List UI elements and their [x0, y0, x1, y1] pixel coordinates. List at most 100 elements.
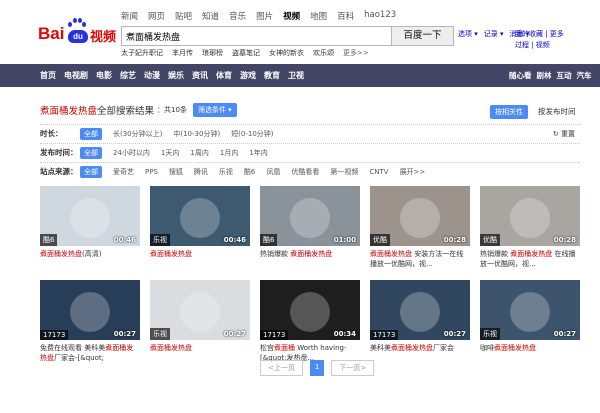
- channel-tab[interactable]: 电视剧: [64, 70, 88, 81]
- sort-relevance-button[interactable]: 按相关性: [490, 105, 528, 119]
- filter-option[interactable]: PPS: [145, 168, 158, 176]
- hotword-link[interactable]: 盗墓笔记: [232, 48, 260, 58]
- topnav-item[interactable]: 视频: [283, 10, 300, 22]
- video-title[interactable]: 煮面桶发热盘: [150, 249, 250, 259]
- user-link[interactable]: 过程 | 视频: [515, 40, 595, 51]
- filter-option[interactable]: 搜狐: [169, 167, 183, 177]
- topnav-item[interactable]: 图片: [256, 10, 273, 22]
- topnav-item[interactable]: 音乐: [229, 10, 246, 22]
- sort-time-link[interactable]: 按发布时间: [538, 106, 576, 117]
- video-title[interactable]: 煮面桶发热盘(高清): [40, 249, 140, 259]
- filter-option[interactable]: 全部: [80, 127, 102, 140]
- video-title[interactable]: 咖啡煮面桶发热盘: [480, 343, 580, 353]
- filter-option[interactable]: 长(30分钟以上): [113, 129, 162, 139]
- prev-page-button[interactable]: <上一页: [260, 360, 303, 376]
- filter-option[interactable]: 全部: [80, 165, 102, 178]
- topnav-item[interactable]: 网页: [148, 10, 165, 22]
- video-card[interactable]: 乐视 00:27 咖啡煮面桶发热盘: [480, 280, 580, 375]
- filter-option[interactable]: 第一视频: [330, 167, 358, 177]
- filter-option[interactable]: 酷6: [244, 167, 255, 177]
- filter-option[interactable]: CNTV: [369, 168, 388, 176]
- hotword-link[interactable]: 更多>>: [343, 48, 369, 58]
- filter-option[interactable]: 优酷看看: [291, 167, 319, 177]
- next-page-button[interactable]: 下一页>: [331, 360, 375, 376]
- video-thumbnail[interactable]: 17173 00:27: [40, 280, 140, 340]
- user-link[interactable]: 选项 ▾: [458, 29, 478, 39]
- video-card[interactable]: 优酷 00:28 煮面桶发热盘 安装方法一在线播放一优酷网，视...: [370, 186, 470, 281]
- topnav-item[interactable]: 贴吧: [175, 10, 192, 22]
- filter-option[interactable]: 乐视: [219, 167, 233, 177]
- thumbnail-shape: [290, 198, 330, 238]
- video-thumbnail[interactable]: 乐视 00:46: [150, 186, 250, 246]
- channel-tab[interactable]: 随心看: [509, 70, 532, 81]
- video-title[interactable]: 免费在线观看 美科美煮面桶发热盘厂家会-[&quot;: [40, 343, 140, 363]
- topnav-item[interactable]: 新闻: [121, 10, 138, 22]
- channel-tab[interactable]: 首页: [40, 70, 56, 81]
- video-card[interactable]: 酷6 00:46 煮面桶发热盘(高清): [40, 186, 140, 281]
- filter-option[interactable]: 爱奇艺: [113, 167, 134, 177]
- filter-option[interactable]: 凤凰: [266, 167, 280, 177]
- search-button[interactable]: 百度一下: [391, 26, 454, 46]
- hotword-link[interactable]: 芈月传: [172, 48, 193, 58]
- video-title[interactable]: 热销爆款 煮面桶发热盘: [260, 249, 360, 259]
- filter-option[interactable]: 1天内: [161, 148, 179, 158]
- filter-option[interactable]: 1年内: [249, 148, 267, 158]
- filter-option[interactable]: 24小时以内: [113, 148, 150, 158]
- video-card[interactable]: 17173 00:27 美科美煮面桶发热盘厂家会: [370, 280, 470, 375]
- channel-tab[interactable]: 游戏: [240, 70, 256, 81]
- channel-tab[interactable]: 教育: [264, 70, 280, 81]
- filter-option[interactable]: 1月内: [220, 148, 238, 158]
- video-card[interactable]: 乐视 00:46 煮面桶发热盘: [150, 186, 250, 281]
- video-title[interactable]: 煮面桶发热盘: [150, 343, 250, 353]
- channel-tab[interactable]: 电影: [96, 70, 112, 81]
- title-text: 热销爆款: [260, 250, 291, 258]
- channel-tab[interactable]: 剧林: [537, 70, 552, 81]
- video-card[interactable]: 17173 00:27 免费在线观看 美科美煮面桶发热盘厂家会-[&quot;: [40, 280, 140, 375]
- video-thumbnail[interactable]: 乐视 00:27: [150, 280, 250, 340]
- video-card[interactable]: 酷6 01:00 热销爆款 煮面桶发热盘: [260, 186, 360, 281]
- filter-option[interactable]: 短(0-10分钟): [231, 129, 273, 139]
- topnav-item[interactable]: 百科: [337, 10, 354, 22]
- hotword-link[interactable]: 女神的新衣: [269, 48, 304, 58]
- baidu-video-logo[interactable]: Bai du 视频: [38, 18, 118, 46]
- hotword-link[interactable]: 琅琊榜: [202, 48, 223, 58]
- channel-tab[interactable]: 资讯: [192, 70, 208, 81]
- filter-option[interactable]: 展开>>: [400, 167, 426, 177]
- video-thumbnail[interactable]: 17173 00:34: [260, 280, 360, 340]
- channel-tab[interactable]: 娱乐: [168, 70, 184, 81]
- video-thumbnail[interactable]: 优酷 00:28: [370, 186, 470, 246]
- video-thumbnail[interactable]: 乐视 00:27: [480, 280, 580, 340]
- search-input[interactable]: [121, 26, 391, 46]
- topnav-item[interactable]: 地图: [310, 10, 327, 22]
- filter-option[interactable]: 腾讯: [194, 167, 208, 177]
- topnav-item[interactable]: hao123: [364, 10, 396, 22]
- filter-option[interactable]: 全部: [80, 146, 102, 159]
- filter-option[interactable]: 中(10-30分钟): [173, 129, 220, 139]
- channel-tab[interactable]: 体育: [216, 70, 232, 81]
- hotword-link[interactable]: 太子妃升职记: [121, 48, 163, 58]
- reset-link[interactable]: ↻ 重置: [553, 129, 575, 139]
- channel-tab[interactable]: 动漫: [144, 70, 160, 81]
- current-page[interactable]: 1: [309, 360, 325, 376]
- video-card[interactable]: 优酷 00:28 热销爆款 煮面桶发热盘 在线播放一优酷网，视...: [480, 186, 580, 281]
- video-thumbnail[interactable]: 17173 00:27: [370, 280, 470, 340]
- video-thumbnail[interactable]: 酷6 01:00: [260, 186, 360, 246]
- user-link[interactable]: 我的收藏 | 更多: [515, 29, 595, 40]
- channel-tab[interactable]: 互动: [557, 70, 572, 81]
- video-title[interactable]: 美科美煮面桶发热盘厂家会: [370, 343, 470, 353]
- logo-video: 视频: [90, 30, 117, 45]
- hotword-link[interactable]: 欢乐颂: [313, 48, 334, 58]
- filter-option[interactable]: 1周内: [190, 148, 208, 158]
- user-link[interactable]: 记录 ▾: [484, 29, 504, 39]
- channel-tab[interactable]: 汽车: [577, 70, 592, 81]
- video-thumbnail[interactable]: 酷6 00:46: [40, 186, 140, 246]
- video-card[interactable]: 乐视 00:27 煮面桶发热盘: [150, 280, 250, 375]
- channel-tab[interactable]: 卫视: [288, 70, 304, 81]
- topnav-item[interactable]: 知道: [202, 10, 219, 22]
- video-thumbnail[interactable]: 优酷 00:28: [480, 186, 580, 246]
- video-title[interactable]: 煮面桶发热盘 安装方法一在线播放一优酷网，视...: [370, 249, 470, 269]
- title-text: 美科美: [370, 344, 391, 352]
- video-title[interactable]: 热销爆款 煮面桶发热盘 在线播放一优酷网，视...: [480, 249, 580, 269]
- filter-button[interactable]: 筛选条件 ▾: [192, 103, 237, 117]
- channel-tab[interactable]: 综艺: [120, 70, 136, 81]
